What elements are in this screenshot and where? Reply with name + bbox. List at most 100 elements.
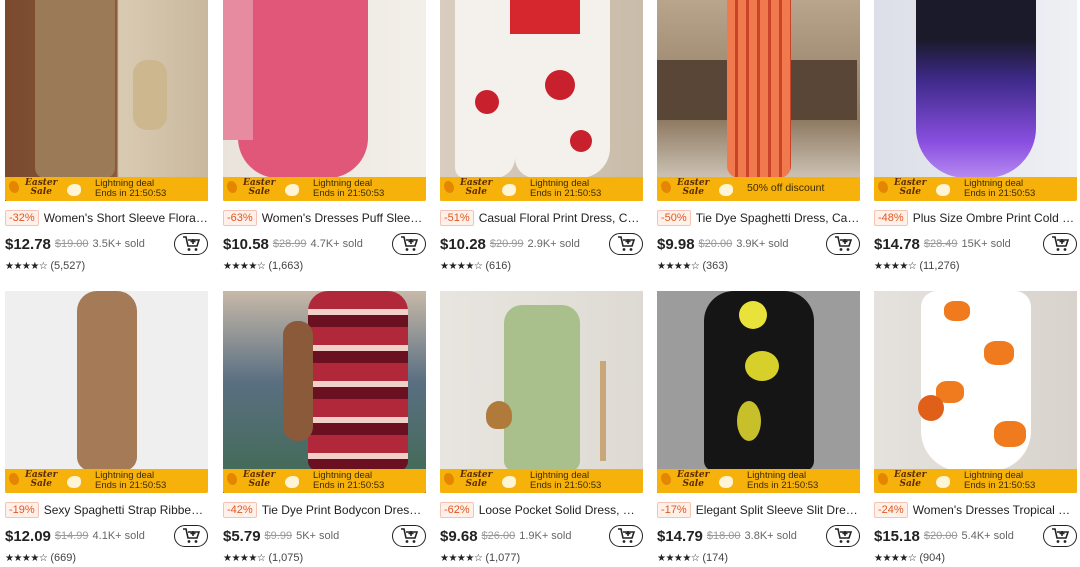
product-image[interactable]: Easter Sale Lightning deal Ends in 21:50:5…: [223, 291, 426, 493]
add-to-cart-button[interactable]: [609, 233, 643, 255]
deal-text: Lightning deal Ends in 21:50:53: [964, 470, 1036, 491]
product-card[interactable]: Easter Sale Lightning deal Ends in 21:50:5…: [874, 291, 1077, 565]
price: $5.79: [223, 527, 261, 545]
original-price: $28.99: [272, 238, 307, 250]
product-card[interactable]: Easter Sale 50% off discount -50% Tie Dye…: [657, 0, 860, 273]
deal-text: Lightning deal Ends in 21:50:53: [964, 178, 1036, 199]
deal-text: Lightning deal Ends in 21:50:53: [95, 470, 167, 491]
star-rating: ★★★★☆: [874, 552, 917, 564]
sold-count: 4.7K+ sold: [310, 238, 363, 250]
price: $12.09: [5, 527, 51, 545]
product-title[interactable]: Women's Short Sleeve Floral ...: [44, 211, 208, 225]
product-card[interactable]: Easter Sale Lightning deal Ends in 21:50:5…: [440, 0, 643, 273]
product-title[interactable]: Women's Dresses Tropical Pri...: [913, 503, 1077, 517]
deal-banner: Easter Sale 50% off discount: [657, 177, 860, 201]
deal-banner: Easter Sale Lightning deal Ends in 21:50:5…: [5, 469, 208, 493]
product-title[interactable]: Tie Dye Print Bodycon Dress, ...: [262, 503, 426, 517]
add-to-cart-button[interactable]: [174, 525, 208, 547]
add-to-cart-button[interactable]: [1043, 525, 1077, 547]
easter-sale-badge: Easter Sale: [677, 178, 710, 197]
add-to-cart-button[interactable]: [392, 233, 426, 255]
product-card[interactable]: Easter Sale Lightning deal Ends in 21:50:5…: [874, 0, 1077, 273]
product-card[interactable]: Easter Sale Lightning deal Ends in 21:50:5…: [223, 0, 426, 273]
original-price: $20.99: [489, 238, 524, 250]
deal-banner: Easter Sale Lightning deal Ends in 21:50:5…: [440, 469, 643, 493]
easter-sale-badge: Easter Sale: [894, 178, 927, 197]
star-rating: ★★★★☆: [5, 552, 48, 564]
sold-count: 3.8K+ sold: [744, 530, 797, 542]
product-title[interactable]: Women's Dresses Puff Sleeve...: [262, 211, 426, 225]
product-card[interactable]: Easter Sale Lightning deal Ends in 21:50:5…: [5, 291, 208, 565]
review-count: (363): [702, 260, 729, 272]
sold-count: 4.1K+ sold: [92, 530, 145, 542]
product-image[interactable]: Easter Sale Lightning deal Ends in 21:50:5…: [5, 0, 208, 201]
price: $14.79: [657, 527, 703, 545]
price: $12.78: [5, 235, 51, 253]
sold-count: 3.9K+ sold: [736, 238, 789, 250]
product-title[interactable]: Loose Pocket Solid Dress, Cas...: [479, 503, 643, 517]
cart-icon: [1052, 236, 1069, 251]
product-title[interactable]: Plus Size Ombre Print Cold S...: [913, 211, 1077, 225]
price: $9.68: [440, 527, 478, 545]
product-image[interactable]: Easter Sale Lightning deal Ends in 21:50:5…: [440, 0, 643, 201]
product-title[interactable]: Elegant Split Sleeve Slit Dress...: [696, 503, 860, 517]
product-image[interactable]: Easter Sale Lightning deal Ends in 21:50:5…: [223, 0, 426, 201]
product-image[interactable]: Easter Sale 50% off discount: [657, 0, 860, 201]
product-image[interactable]: Easter Sale Lightning deal Ends in 21:50:5…: [657, 291, 860, 493]
add-to-cart-button[interactable]: [609, 525, 643, 547]
add-to-cart-button[interactable]: [826, 233, 860, 255]
easter-sale-badge: Easter Sale: [243, 470, 276, 489]
star-rating: ★★★★☆: [657, 260, 700, 272]
deal-text: Lightning deal Ends in 21:50:53: [530, 178, 602, 199]
original-price: $14.99: [54, 530, 89, 542]
sold-count: 2.9K+ sold: [527, 238, 580, 250]
discount-badge: -51%: [440, 210, 474, 226]
product-card[interactable]: Easter Sale Lightning deal Ends in 21:50:5…: [223, 291, 426, 565]
original-price: $20.00: [923, 530, 958, 542]
product-title[interactable]: Casual Floral Print Dress, Cre...: [479, 211, 643, 225]
discount-badge: -32%: [5, 210, 39, 226]
add-to-cart-button[interactable]: [826, 525, 860, 547]
discount-badge: -63%: [223, 210, 257, 226]
original-price: $26.00: [481, 530, 516, 542]
cart-icon: [835, 528, 852, 543]
product-image[interactable]: Easter Sale Lightning deal Ends in 21:50:5…: [5, 291, 208, 493]
add-to-cart-button[interactable]: [1043, 233, 1077, 255]
review-count: (1,075): [268, 552, 304, 564]
star-rating: ★★★★☆: [440, 552, 483, 564]
product-image[interactable]: Easter Sale Lightning deal Ends in 21:50:5…: [874, 291, 1077, 493]
easter-sale-badge: Easter Sale: [894, 470, 927, 489]
product-title[interactable]: Tie Dye Spaghetti Dress, Cas...: [696, 211, 860, 225]
star-rating: ★★★★☆: [657, 552, 700, 564]
sold-count: 15K+ sold: [961, 238, 1011, 250]
price: $10.58: [223, 235, 269, 253]
cart-icon: [183, 236, 200, 251]
cart-icon: [618, 528, 635, 543]
product-card[interactable]: Easter Sale Lightning deal Ends in 21:50:5…: [657, 291, 860, 565]
discount-badge: -50%: [657, 210, 691, 226]
add-to-cart-button[interactable]: [174, 233, 208, 255]
product-image[interactable]: Easter Sale Lightning deal Ends in 21:50:5…: [874, 0, 1077, 201]
add-to-cart-button[interactable]: [392, 525, 426, 547]
price: $9.98: [657, 235, 695, 253]
deal-banner: Easter Sale Lightning deal Ends in 21:50:5…: [657, 469, 860, 493]
star-rating: ★★★★☆: [440, 260, 483, 272]
deal-text: Lightning deal Ends in 21:50:53: [95, 178, 167, 199]
cart-icon: [183, 528, 200, 543]
review-count: (11,276): [919, 260, 960, 272]
star-rating: ★★★★☆: [5, 260, 48, 272]
sold-count: 5.4K+ sold: [961, 530, 1014, 542]
easter-sale-badge: Easter Sale: [677, 470, 710, 489]
product-card[interactable]: Easter Sale Lightning deal Ends in 21:50:5…: [440, 291, 643, 565]
deal-banner: Easter Sale Lightning deal Ends in 21:50:5…: [223, 469, 426, 493]
star-rating: ★★★★☆: [223, 260, 266, 272]
cart-icon: [1052, 528, 1069, 543]
price: $14.78: [874, 235, 920, 253]
product-image[interactable]: Easter Sale Lightning deal Ends in 21:50:5…: [440, 291, 643, 493]
review-count: (174): [702, 552, 729, 564]
easter-sale-badge: Easter Sale: [460, 470, 493, 489]
easter-sale-badge: Easter Sale: [25, 470, 58, 489]
product-title[interactable]: Sexy Spaghetti Strap Ribbed ...: [44, 503, 208, 517]
deal-banner: Easter Sale Lightning deal Ends in 21:50:5…: [874, 177, 1077, 201]
product-card[interactable]: Easter Sale Lightning deal Ends in 21:50:5…: [5, 0, 208, 273]
